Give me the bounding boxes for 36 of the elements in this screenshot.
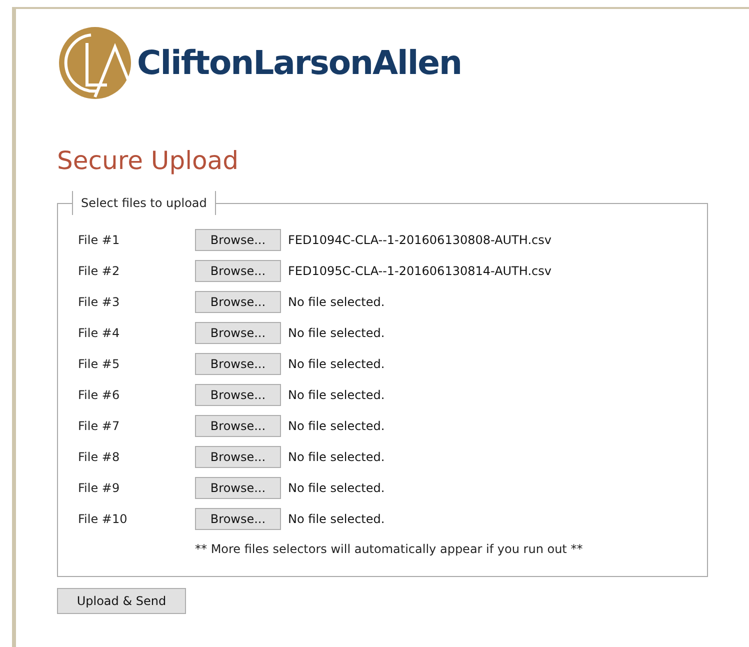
file-label: File #7 xyxy=(78,418,121,435)
file-label: File #8 xyxy=(78,449,121,466)
file-label: File #3 xyxy=(78,294,121,311)
file-status: No file selected. xyxy=(288,387,385,404)
file-status: No file selected. xyxy=(288,480,385,497)
file-status: No file selected. xyxy=(288,449,385,466)
file-label: File #4 xyxy=(78,325,121,342)
browse-button[interactable]: Browse... xyxy=(195,384,281,406)
browse-button[interactable]: Browse... xyxy=(195,353,281,375)
browse-button[interactable]: Browse... xyxy=(195,446,281,468)
browse-button[interactable]: Browse... xyxy=(195,291,281,313)
file-status: FED1095C-CLA--1-201606130814-AUTH.csv xyxy=(288,263,552,280)
browse-button[interactable]: Browse... xyxy=(195,508,281,530)
browse-button[interactable]: Browse... xyxy=(195,322,281,344)
file-status: No file selected. xyxy=(288,294,385,311)
file-status: No file selected. xyxy=(288,325,385,342)
brand-name: CliftonLarsonAllen xyxy=(137,42,462,84)
file-label: File #2 xyxy=(78,263,121,280)
file-label: File #1 xyxy=(78,232,121,249)
panel-legend: Select files to upload xyxy=(72,191,216,215)
file-label: File #5 xyxy=(78,356,121,373)
browse-button[interactable]: Browse... xyxy=(195,229,281,251)
logo-icon xyxy=(57,25,133,101)
page-title: Secure Upload xyxy=(57,145,240,177)
upload-send-button[interactable]: Upload & Send xyxy=(57,588,186,614)
file-label: File #10 xyxy=(78,511,128,528)
file-label: File #9 xyxy=(78,480,121,497)
browse-button[interactable]: Browse... xyxy=(195,260,281,282)
browse-button[interactable]: Browse... xyxy=(195,477,281,499)
file-status: No file selected. xyxy=(288,356,385,373)
help-note: ** More files selectors will automatically appear if you run out ** xyxy=(195,541,584,558)
browse-button[interactable]: Browse... xyxy=(195,415,281,437)
file-status: No file selected. xyxy=(288,418,385,435)
file-label: File #6 xyxy=(78,387,121,404)
file-status: No file selected. xyxy=(288,511,385,528)
file-status: FED1094C-CLA--1-201606130808-AUTH.csv xyxy=(288,232,552,249)
